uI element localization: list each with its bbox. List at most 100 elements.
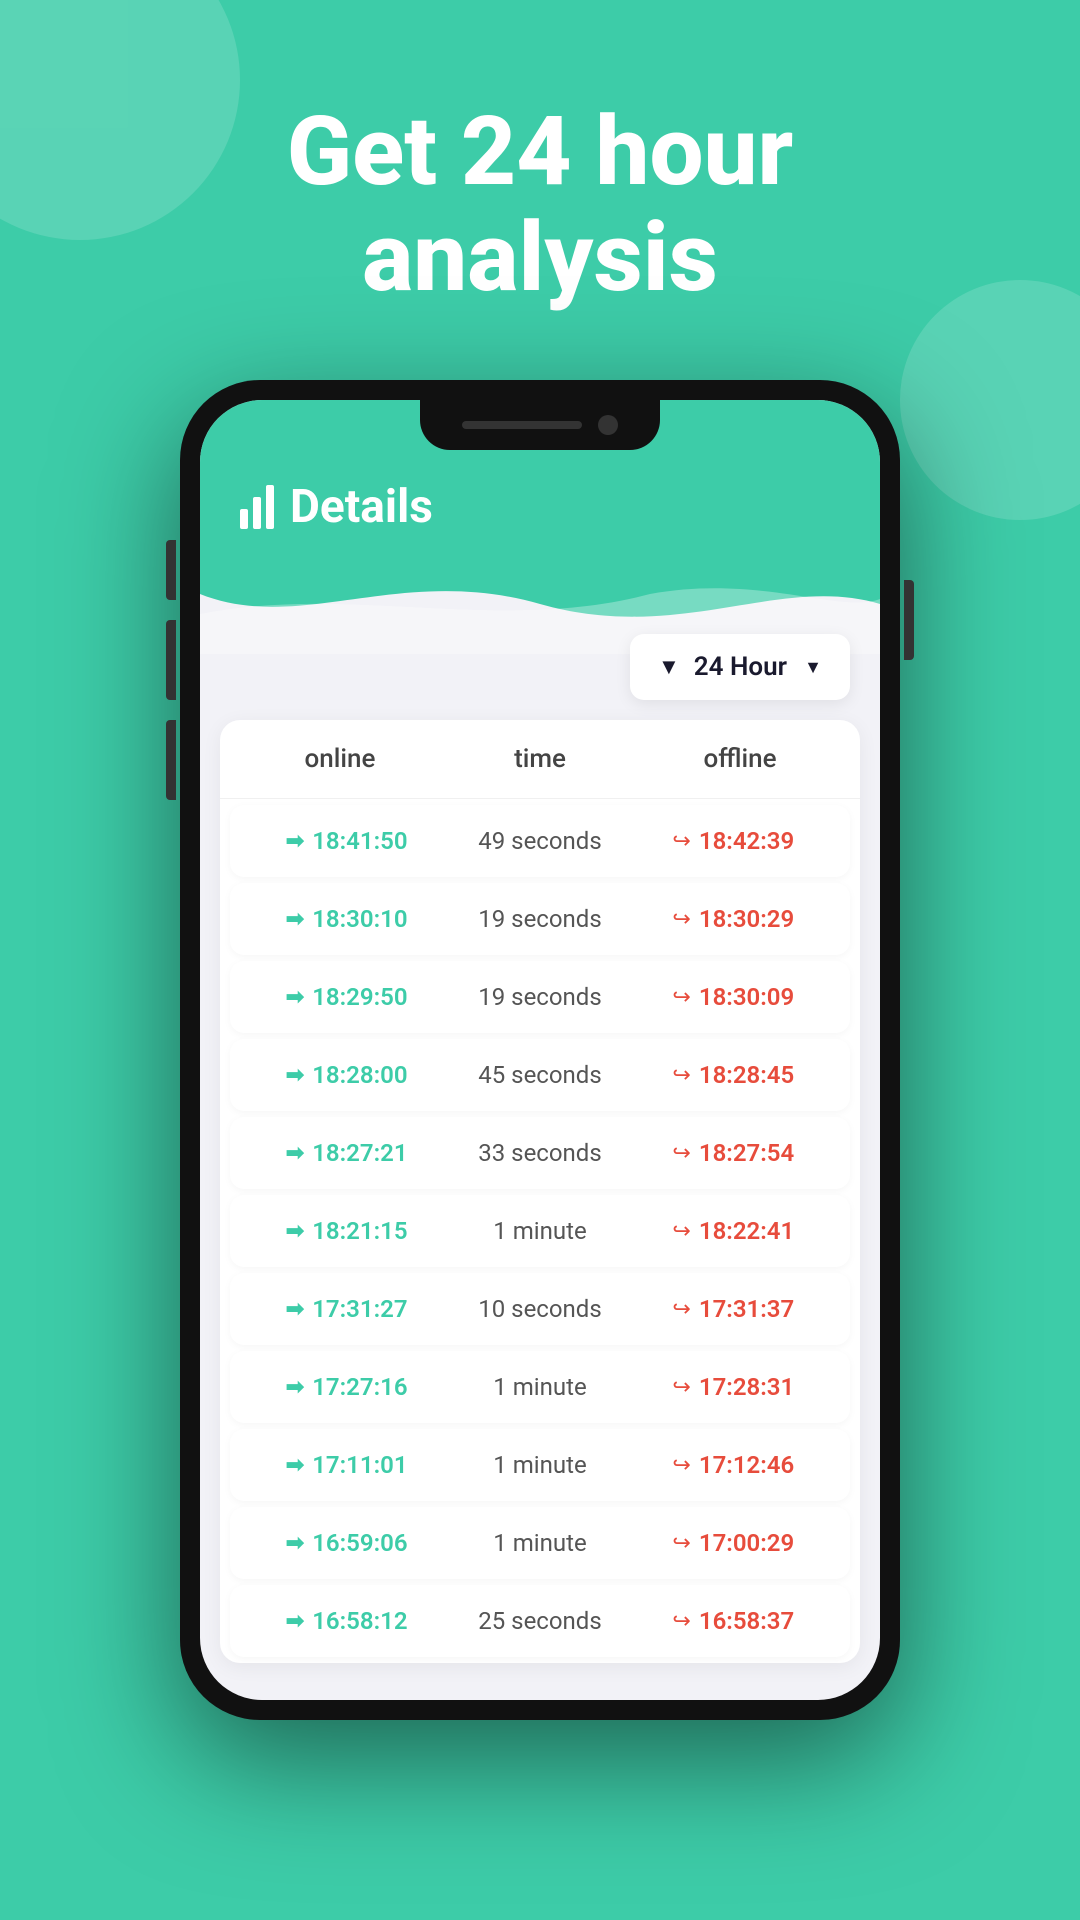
cell-duration-6: 10 seconds [443, 1295, 636, 1323]
cell-offline-9: ↪ 17:00:29 [637, 1529, 830, 1557]
silent-button [166, 540, 176, 600]
cell-duration-9: 1 minute [443, 1529, 636, 1557]
cell-offline-8: ↪ 17:12:46 [637, 1451, 830, 1479]
col-offline-header: offline [640, 744, 840, 774]
logout-icon: ↪ [672, 985, 690, 1010]
online-time: 17:11:01 [312, 1451, 407, 1479]
logout-icon: ↪ [672, 1609, 690, 1634]
table-row: ➡ 18:28:00 45 seconds ↪ 18:28:45 [230, 1039, 850, 1111]
col-online-header: online [240, 744, 440, 774]
screen-title: Details [290, 480, 433, 534]
offline-time: 18:28:45 [699, 1061, 794, 1089]
cell-offline-10: ↪ 16:58:37 [637, 1607, 830, 1635]
logout-icon: ↪ [672, 829, 690, 854]
online-time: 18:21:15 [312, 1217, 407, 1245]
online-time: 18:30:10 [312, 905, 407, 933]
cell-duration-0: 49 seconds [443, 827, 636, 855]
offline-time: 16:58:37 [699, 1607, 794, 1635]
login-icon: ➡ [286, 1609, 304, 1634]
cell-offline-2: ↪ 18:30:09 [637, 983, 830, 1011]
screen-header-title: Details [240, 480, 840, 534]
cell-offline-6: ↪ 17:31:37 [637, 1295, 830, 1323]
online-time: 16:58:12 [312, 1607, 407, 1635]
table-row: ➡ 18:41:50 49 seconds ↪ 18:42:39 [230, 805, 850, 877]
cell-offline-4: ↪ 18:27:54 [637, 1139, 830, 1167]
cell-online-5: ➡ 18:21:15 [250, 1217, 443, 1245]
offline-time: 18:30:29 [699, 905, 794, 933]
offline-time: 18:30:09 [699, 983, 794, 1011]
offline-time: 17:00:29 [699, 1529, 794, 1557]
page-title: Get 24 hour analysis [0, 100, 1080, 311]
filter-row: ▼ 24 Hour ▼ [220, 634, 860, 700]
power-button [904, 580, 914, 660]
logout-icon: ↪ [672, 1063, 690, 1088]
login-icon: ➡ [286, 1531, 304, 1556]
cell-online-2: ➡ 18:29:50 [250, 983, 443, 1011]
cell-offline-7: ↪ 17:28:31 [637, 1373, 830, 1401]
cell-duration-8: 1 minute [443, 1451, 636, 1479]
login-icon: ➡ [286, 1219, 304, 1244]
cell-duration-3: 45 seconds [443, 1061, 636, 1089]
cell-offline-1: ↪ 18:30:29 [637, 905, 830, 933]
login-icon: ➡ [286, 1141, 304, 1166]
table-row: ➡ 18:30:10 19 seconds ↪ 18:30:29 [230, 883, 850, 955]
offline-time: 18:42:39 [699, 827, 794, 855]
logout-icon: ↪ [672, 1375, 690, 1400]
cell-online-4: ➡ 18:27:21 [250, 1139, 443, 1167]
cell-online-3: ➡ 18:28:00 [250, 1061, 443, 1089]
phone-notch [420, 400, 660, 450]
table-row: ➡ 17:11:01 1 minute ↪ 17:12:46 [230, 1429, 850, 1501]
login-icon: ➡ [286, 1453, 304, 1478]
login-icon: ➡ [286, 829, 304, 854]
screen-content: ▼ 24 Hour ▼ online time offline ➡ [200, 634, 880, 1683]
offline-time: 18:22:41 [699, 1217, 794, 1245]
table-row: ➡ 16:59:06 1 minute ↪ 17:00:29 [230, 1507, 850, 1579]
cell-duration-10: 25 seconds [443, 1607, 636, 1635]
col-time-header: time [440, 744, 640, 774]
logout-icon: ↪ [672, 1531, 690, 1556]
online-time: 18:41:50 [312, 827, 407, 855]
chevron-down-icon: ▼ [804, 657, 822, 678]
login-icon: ➡ [286, 1375, 304, 1400]
offline-time: 17:31:37 [699, 1295, 794, 1323]
login-icon: ➡ [286, 1063, 304, 1088]
online-time: 18:29:50 [312, 983, 407, 1011]
phone-mockup: Details ▼ 24 Hour ▼ [180, 380, 900, 1720]
filter-dropdown[interactable]: ▼ 24 Hour ▼ [630, 634, 850, 700]
cell-duration-7: 1 minute [443, 1373, 636, 1401]
table-rows: ➡ 18:41:50 49 seconds ↪ 18:42:39 ➡ 18:30… [220, 805, 860, 1657]
table-row: ➡ 16:58:12 25 seconds ↪ 16:58:37 [230, 1585, 850, 1657]
phone-screen: Details ▼ 24 Hour ▼ [200, 400, 880, 1700]
table-row: ➡ 17:31:27 10 seconds ↪ 17:31:37 [230, 1273, 850, 1345]
filter-icon: ▼ [658, 654, 680, 680]
cell-duration-1: 19 seconds [443, 905, 636, 933]
cell-duration-2: 19 seconds [443, 983, 636, 1011]
table-row: ➡ 17:27:16 1 minute ↪ 17:28:31 [230, 1351, 850, 1423]
cell-offline-3: ↪ 18:28:45 [637, 1061, 830, 1089]
online-time: 17:31:27 [312, 1295, 407, 1323]
logout-icon: ↪ [672, 1453, 690, 1478]
cell-online-10: ➡ 16:58:12 [250, 1607, 443, 1635]
volume-down-button [166, 720, 176, 800]
login-icon: ➡ [286, 1297, 304, 1322]
cell-online-0: ➡ 18:41:50 [250, 827, 443, 855]
online-time: 17:27:16 [312, 1373, 407, 1401]
data-table: online time offline ➡ 18:41:50 49 second… [220, 720, 860, 1663]
logout-icon: ↪ [672, 1297, 690, 1322]
cell-online-7: ➡ 17:27:16 [250, 1373, 443, 1401]
phone-frame: Details ▼ 24 Hour ▼ [180, 380, 900, 1720]
offline-time: 17:12:46 [699, 1451, 794, 1479]
front-camera [598, 415, 618, 435]
table-row: ➡ 18:21:15 1 minute ↪ 18:22:41 [230, 1195, 850, 1267]
online-time: 16:59:06 [312, 1529, 407, 1557]
logout-icon: ↪ [672, 907, 690, 932]
cell-offline-5: ↪ 18:22:41 [637, 1217, 830, 1245]
cell-online-8: ➡ 17:11:01 [250, 1451, 443, 1479]
online-time: 18:27:21 [312, 1139, 407, 1167]
offline-time: 17:28:31 [699, 1373, 794, 1401]
cell-online-6: ➡ 17:31:27 [250, 1295, 443, 1323]
logout-icon: ↪ [672, 1141, 690, 1166]
cell-duration-5: 1 minute [443, 1217, 636, 1245]
login-icon: ➡ [286, 907, 304, 932]
cell-online-9: ➡ 16:59:06 [250, 1529, 443, 1557]
